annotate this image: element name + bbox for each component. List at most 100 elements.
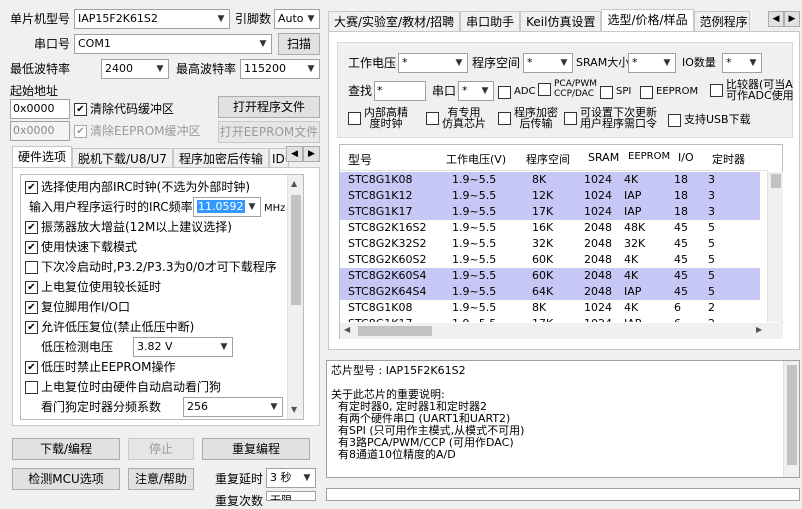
cell-model: STC8G2K32S2 <box>348 237 427 250</box>
table-row[interactable]: STC8G1K12 1.9~5.5 12K 1024 IAP 18 3 <box>340 188 760 204</box>
right-tab-scroll-right-button[interactable]: ▶ <box>784 11 800 27</box>
min-baud-select[interactable]: 2400 ▼ <box>101 59 169 79</box>
table-row[interactable]: STC8G2K64S4 1.9~5.5 64K 2048 IAP 45 5 <box>340 284 760 300</box>
table-row[interactable]: STC8G1K17 1.9~5.5 17K 1024 IAP 18 3 <box>340 204 760 220</box>
repeat-delay-label: 重复延时 <box>215 472 264 486</box>
info-scroll-thumb[interactable] <box>787 365 797 465</box>
internal-osc-checkbox[interactable]: 内部高精 度时钟 <box>348 107 408 129</box>
repeat-count-select[interactable]: 无限 <box>266 491 316 501</box>
detect-mcu-options-button[interactable]: 检测MCU选项 <box>12 468 120 490</box>
fast-download-checkbox[interactable]: ✔ 使用快速下载模式 <box>25 239 137 255</box>
cell-eeprom: 4K <box>620 268 670 284</box>
scan-button[interactable]: 扫描 <box>278 33 320 55</box>
checkbox-checked-icon: ✔ <box>74 102 87 116</box>
irc-frequency-value: 11.0592 <box>197 200 245 213</box>
osc-gain-checkbox[interactable]: ✔ 振荡器放大增益(12M以上建议选择) <box>25 219 232 235</box>
prog-space-filter-select[interactable]: * ▼ <box>523 53 573 73</box>
table-vscroll-thumb[interactable] <box>771 174 781 188</box>
right-tab-scroll-left-button[interactable]: ◀ <box>768 11 784 27</box>
open-eeprom-file-button[interactable]: 打开EEPROM文件 <box>218 121 320 143</box>
tab-serial-assistant[interactable]: 串口助手 <box>460 11 521 31</box>
table-row[interactable]: STC8G1K171.9~5.517K1024IAP62 <box>340 316 760 322</box>
voltage-filter-select[interactable]: * ▼ <box>398 53 468 73</box>
options-scrollbar[interactable]: ▲ ▼ <box>287 175 303 419</box>
repeat-count-label: 重复次数 <box>215 494 264 508</box>
table-row[interactable]: STC8G2K32S2 1.9~5.5 32K 2048 32K 45 5 <box>340 236 760 252</box>
comparator-checkbox[interactable]: 比较器(可当ADC使用)可作ADC使用 <box>710 79 794 101</box>
sim-chip-checkbox[interactable]: 有专用 仿真芯片 <box>426 107 486 129</box>
clear-eeprom-buffer-checkbox[interactable]: ✔ 清除EEPROM缓冲区 <box>74 123 201 139</box>
reprogram-button[interactable]: 重复编程 <box>202 438 310 460</box>
wdt-divider-select[interactable]: 256 ▼ <box>183 397 283 417</box>
col-header-voltage[interactable]: 工作电压(V) <box>446 151 506 167</box>
tab-selection-price[interactable]: 选型/价格/样品 <box>601 9 694 31</box>
tab-keil-sim[interactable]: Keil仿真设置 <box>520 11 602 31</box>
find-input[interactable]: * <box>374 81 426 101</box>
col-header-io[interactable]: I/O <box>678 151 694 164</box>
tab-encrypted-transfer[interactable]: 程序加密后传输 <box>172 148 269 168</box>
mcu-model-select[interactable]: IAP15F2K61S2 ▼ <box>74 9 230 29</box>
cold-start-checkbox[interactable]: 下次冷启动时,P3.2/P3.3为0/0才可下载程序 <box>25 259 277 275</box>
chevron-down-icon: ▼ <box>259 39 267 49</box>
clear-code-buffer-checkbox[interactable]: ✔ 清除代码缓冲区 <box>74 101 174 117</box>
table-row[interactable]: STC8G2K60S2 1.9~5.5 60K 2048 4K 45 5 <box>340 252 760 268</box>
encrypt-checkbox[interactable]: 程序加密 后传输 <box>498 107 558 129</box>
adc-checkbox[interactable]: ADC <box>498 84 536 100</box>
irc-clock-checkbox[interactable]: ✔ 选择使用内部IRC时钟(不选为外部时钟) <box>25 179 250 195</box>
eeprom-address-input[interactable]: 0x0000 <box>10 121 70 141</box>
checkbox-checked-icon: ✔ <box>25 180 38 194</box>
tab-hardware-options[interactable]: 硬件选项 <box>12 146 73 168</box>
repeat-delay-select[interactable]: 3 秒 ▼ <box>266 468 316 488</box>
pin-count-select[interactable]: Auto ▼ <box>274 9 320 29</box>
uart-filter-select[interactable]: * ▼ <box>458 81 494 101</box>
tab-scroll-right-button[interactable]: ▶ <box>303 146 320 162</box>
cell-voltage: 1.9~5.5 <box>452 301 497 314</box>
code-address-input[interactable]: 0x0000 <box>10 99 70 119</box>
table-row[interactable]: STC8G1K08 1.9~5.5 8K 1024 4K 18 3 <box>340 172 760 188</box>
cell-model: STC8G1K12 <box>340 188 438 204</box>
table-hscrollbar[interactable]: ◀ ▶ <box>340 323 783 339</box>
open-program-file-button[interactable]: 打开程序文件 <box>218 96 320 118</box>
reset-pin-io-checkbox[interactable]: ✔ 复位脚用作I/O口 <box>25 299 130 315</box>
lv-detect-select[interactable]: 3.82 V ▼ <box>133 337 233 357</box>
password-update-checkbox[interactable]: 可设置下次更新 用户程序需口令 <box>564 107 657 129</box>
irc-frequency-select[interactable]: 11.0592 ▼ <box>193 197 261 217</box>
table-row[interactable]: STC8G1K08 1.9~5.5 8K 1024 4K 6 2 <box>340 300 760 316</box>
chip-rows-table: STC8G1K08 1.9~5.5 8K 1024 4K 18 3 STC8G1K12 1.9~… <box>340 172 760 322</box>
max-baud-select[interactable]: 115200 ▼ <box>240 59 320 79</box>
cell-sram: 1024 <box>580 172 620 188</box>
io-filter-select[interactable]: * ▼ <box>722 53 762 73</box>
tab-offline-download[interactable]: 脱机下载/U8/U7 <box>72 148 173 168</box>
options-scroll-thumb[interactable] <box>291 195 301 305</box>
lv-eeprom-checkbox[interactable]: ✔ 低压时禁止EEPROM操作 <box>25 359 176 375</box>
col-header-model[interactable]: 型号 <box>348 151 372 168</box>
table-vscrollbar[interactable] <box>767 172 783 322</box>
table-row[interactable]: STC8G2K16S2 1.9~5.5 16K 2048 48K 45 5 <box>340 220 760 236</box>
tab-example-programs[interactable]: 范例程序 <box>693 11 750 31</box>
pca-pwm-checkbox[interactable]: PCA/PWM CCP/DAC <box>538 79 597 99</box>
col-header-timer[interactable]: 定时器 <box>712 151 745 167</box>
serial-port-select[interactable]: COM1 ▼ <box>74 34 272 54</box>
low-voltage-reset-checkbox[interactable]: ✔ 允许低压复位(禁止低压中断) <box>25 319 194 335</box>
long-reset-delay-checkbox[interactable]: ✔ 上电复位使用较长延时 <box>25 279 161 295</box>
tab-contest-lab[interactable]: 大赛/实验室/教材/招聘 <box>328 11 461 31</box>
info-scrollbar[interactable] <box>783 361 799 477</box>
col-header-eeprom[interactable]: EEPROM <box>628 151 670 162</box>
col-header-flash[interactable]: 程序空间 <box>526 151 570 167</box>
repeat-count-value: 无限 <box>270 494 292 501</box>
wdt-auto-start-checkbox[interactable]: 上电复位时由硬件自动启动看门狗 <box>25 379 221 395</box>
col-header-sram[interactable]: SRAM <box>588 151 619 164</box>
spi-checkbox[interactable]: SPI <box>600 84 631 100</box>
low-voltage-reset-label: 允许低压复位(禁止低压中断) <box>41 320 195 334</box>
checkbox-unchecked-icon <box>25 380 38 394</box>
tab-scroll-left-button[interactable]: ◀ <box>286 146 303 162</box>
sram-filter-select[interactable]: * ▼ <box>628 53 676 73</box>
cell-voltage: 1.9~5.5 <box>452 237 497 250</box>
usb-download-checkbox[interactable]: 支持USB下载 <box>668 112 751 128</box>
eeprom-filter-checkbox[interactable]: EEPROM <box>640 84 698 100</box>
table-hscroll-thumb[interactable] <box>358 326 432 336</box>
table-row[interactable]: STC8G2K60S4 1.9~5.5 60K 2048 4K 45 5 <box>340 268 760 284</box>
help-button[interactable]: 注意/帮助 <box>128 468 194 490</box>
download-program-button[interactable]: 下载/编程 <box>12 438 120 460</box>
stop-button[interactable]: 停止 <box>128 438 194 460</box>
